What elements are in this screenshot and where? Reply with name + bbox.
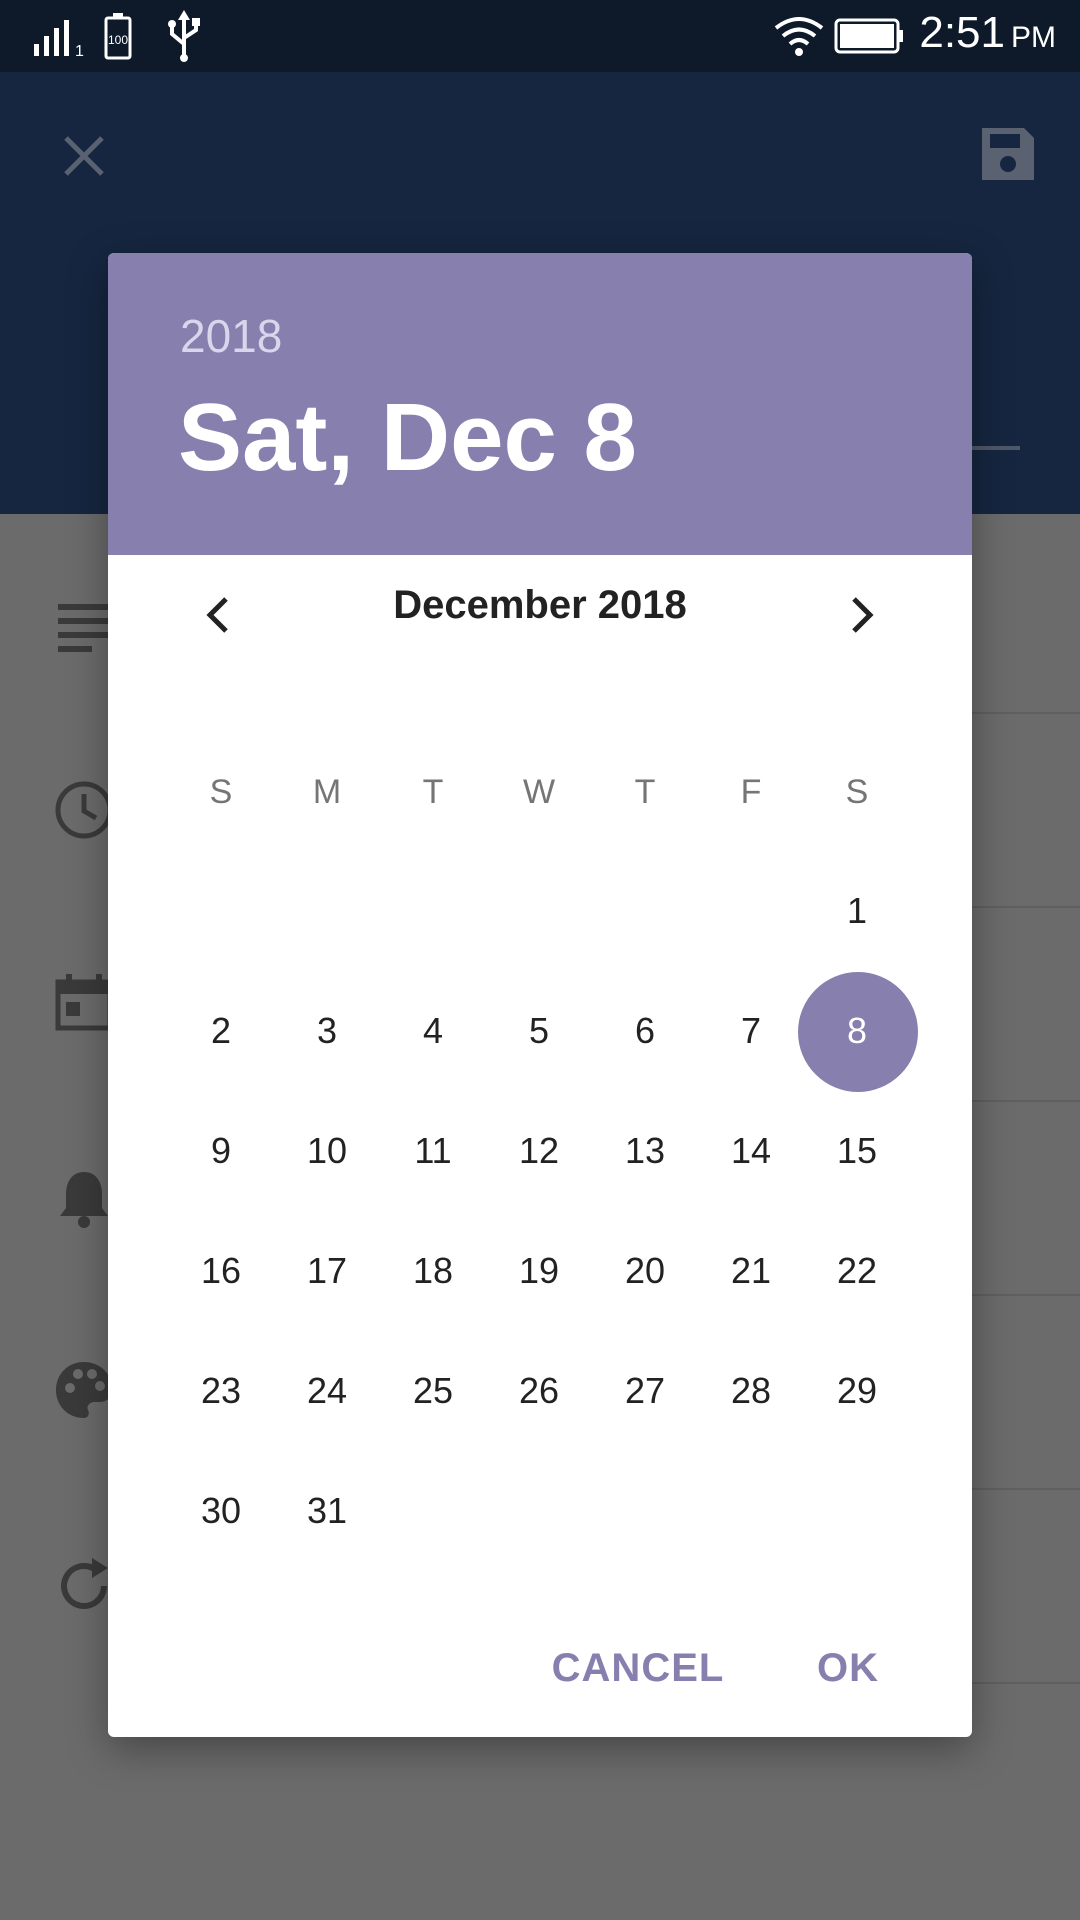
- bell-icon: [60, 1172, 108, 1228]
- day-cell[interactable]: 16: [168, 1218, 274, 1324]
- day-cell[interactable]: 17: [274, 1218, 380, 1324]
- weekday-label: T: [422, 773, 444, 811]
- day-cell[interactable]: 22: [804, 1218, 910, 1324]
- day-cell[interactable]: 1: [804, 858, 910, 964]
- day-cell[interactable]: 7: [698, 978, 804, 1084]
- day-cell[interactable]: 14: [698, 1098, 804, 1204]
- day-cell[interactable]: 28: [698, 1338, 804, 1444]
- day-cell[interactable]: 26: [486, 1338, 592, 1444]
- weekday-label: W: [522, 773, 556, 811]
- day-cell[interactable]: 20: [592, 1218, 698, 1324]
- battery-icon: [834, 18, 903, 54]
- day-cell[interactable]: 21: [698, 1218, 804, 1324]
- cancel-button[interactable]: CANCEL: [538, 1628, 738, 1708]
- battery-charging-icon: 100: [104, 13, 132, 60]
- weekday-label: S: [209, 773, 233, 811]
- day-cell[interactable]: 2: [168, 978, 274, 1084]
- day-cell[interactable]: 30: [168, 1458, 274, 1564]
- selected-date[interactable]: Sat, Dec 8: [178, 383, 637, 493]
- day-cell[interactable]: 3: [274, 978, 380, 1084]
- weekday-label: M: [312, 773, 342, 811]
- save-icon[interactable]: [978, 124, 1038, 184]
- day-cell[interactable]: 18: [380, 1218, 486, 1324]
- day-cell[interactable]: 5: [486, 978, 592, 1084]
- day-cell[interactable]: 29: [804, 1338, 910, 1444]
- svg-text:1: 1: [75, 43, 84, 58]
- weekday-label: T: [634, 773, 656, 811]
- day-cell[interactable]: 10: [274, 1098, 380, 1204]
- day-cell[interactable]: 23: [168, 1338, 274, 1444]
- signal-icon: 1: [34, 20, 84, 58]
- repeat-icon: [61, 1558, 108, 1609]
- day-cell[interactable]: 31: [274, 1458, 380, 1564]
- notes-icon: [58, 604, 110, 652]
- day-cell[interactable]: 9: [168, 1098, 274, 1204]
- day-cell[interactable]: 27: [592, 1338, 698, 1444]
- status-bar: 1 100 2:51 PM: [0, 0, 1080, 72]
- svg-text:100: 100: [108, 33, 128, 47]
- day-cell[interactable]: 12: [486, 1098, 592, 1204]
- day-cell[interactable]: 19: [486, 1218, 592, 1324]
- calendar-icon: [55, 974, 113, 1031]
- wifi-icon: [774, 17, 824, 56]
- date-picker-header: 2018 Sat, Dec 8: [108, 253, 972, 555]
- day-cell[interactable]: 24: [274, 1338, 380, 1444]
- clock-text: 2:51 PM: [919, 8, 1056, 57]
- day-cell[interactable]: 13: [592, 1098, 698, 1204]
- ok-button[interactable]: OK: [788, 1628, 908, 1708]
- selected-year[interactable]: 2018: [180, 309, 282, 363]
- day-cell-selected[interactable]: 8: [798, 972, 918, 1092]
- day-cell[interactable]: 25: [380, 1338, 486, 1444]
- usb-icon: [168, 10, 200, 62]
- day-cell[interactable]: 6: [592, 978, 698, 1084]
- weekday-label: F: [740, 773, 762, 811]
- day-cell[interactable]: 4: [380, 978, 486, 1084]
- day-cell[interactable]: 11: [380, 1098, 486, 1204]
- chevron-right-icon: [852, 597, 874, 633]
- close-icon[interactable]: [60, 132, 108, 180]
- next-month-button[interactable]: [820, 575, 900, 655]
- palette-icon: [56, 1362, 112, 1418]
- day-cell[interactable]: 15: [804, 1098, 910, 1204]
- clock-icon: [55, 781, 113, 839]
- date-picker-dialog: 2018 Sat, Dec 8 December 2018 SMTWTFS 12…: [108, 253, 972, 1737]
- weekday-label: S: [845, 773, 869, 811]
